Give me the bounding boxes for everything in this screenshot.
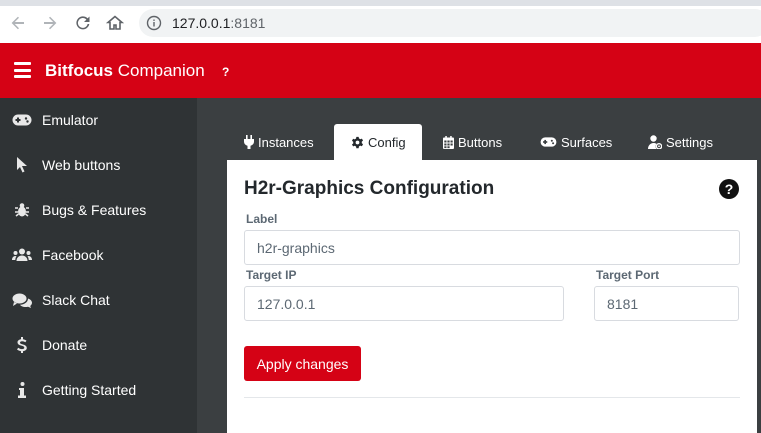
- sidebar-item-getting-started[interactable]: Getting Started: [0, 368, 197, 412]
- sidebar-item-emulator[interactable]: Emulator: [0, 98, 197, 142]
- calendar-icon: [443, 135, 454, 149]
- browser-tab-strip: [0, 0, 761, 6]
- sidebar-item-label: Bugs & Features: [42, 202, 147, 218]
- tab-label: Instances: [258, 134, 314, 150]
- sidebar-item-label: Emulator: [42, 112, 99, 128]
- gear-icon: [351, 136, 364, 148]
- header-help-link[interactable]: ?: [222, 65, 229, 79]
- sidebar-item-label: Facebook: [42, 247, 104, 263]
- back-arrow-icon: [11, 16, 24, 30]
- url-host: 127.0.0.1: [172, 15, 231, 31]
- target-port-label: Target Port: [596, 268, 660, 282]
- tab-settings[interactable]: Settings: [641, 124, 731, 160]
- back-button[interactable]: [8, 13, 28, 33]
- sidebar-item-slack-chat[interactable]: Slack Chat: [0, 278, 197, 322]
- dollar-icon: [12, 337, 32, 353]
- brand-title: Bitfocus Companion: [45, 61, 205, 81]
- info-icon: [12, 382, 32, 398]
- brand-rest: Companion: [113, 61, 205, 80]
- brand-bold: Bitfocus: [45, 61, 113, 80]
- home-button[interactable]: [105, 13, 125, 33]
- target-port-input[interactable]: [594, 286, 739, 321]
- url-text[interactable]: 127.0.0.1:8181: [172, 15, 265, 31]
- pointer-icon: [12, 157, 32, 173]
- forward-button[interactable]: [40, 13, 60, 33]
- sidebar-item-bugs-features[interactable]: Bugs & Features: [0, 188, 197, 232]
- label-input[interactable]: [244, 230, 740, 265]
- reload-button[interactable]: [73, 13, 93, 33]
- config-title: H2r-Graphics Configuration: [244, 178, 495, 199]
- gamepad-icon: [540, 137, 557, 147]
- sidebar-item-web-buttons[interactable]: Web buttons: [0, 143, 197, 187]
- site-info-icon[interactable]: [146, 15, 162, 31]
- tab-label: Buttons: [458, 134, 503, 150]
- tab-surfaces[interactable]: Surfaces: [533, 124, 623, 160]
- reload-icon: [76, 16, 90, 30]
- plug-icon: [244, 135, 254, 149]
- tab-label: Config: [368, 134, 406, 150]
- sidebar-item-label: Getting Started: [42, 382, 137, 398]
- user-cog-icon: [648, 135, 662, 149]
- target-ip-input[interactable]: [244, 286, 564, 321]
- bug-icon: [12, 202, 32, 218]
- tab-label: Settings: [666, 134, 713, 150]
- forward-arrow-icon: [44, 16, 57, 30]
- sidebar-item-label: Web buttons: [42, 157, 121, 173]
- tab-label: Surfaces: [561, 134, 613, 150]
- apply-changes-button[interactable]: Apply changes: [244, 346, 361, 381]
- comments-icon: [12, 292, 32, 308]
- tab-config[interactable]: Config: [334, 124, 422, 160]
- tab-instances[interactable]: Instances: [236, 124, 326, 160]
- url-port: :8181: [230, 15, 266, 31]
- sidebar-item-label: Slack Chat: [42, 292, 110, 308]
- tab-buttons[interactable]: Buttons: [436, 124, 522, 160]
- panel-divider: [244, 397, 740, 398]
- question-circle-icon[interactable]: ?: [719, 179, 739, 199]
- target-ip-label: Target IP: [246, 268, 297, 282]
- sidebar-item-donate[interactable]: Donate: [0, 323, 197, 367]
- home-icon: [106, 15, 124, 30]
- label-field-label: Label: [246, 212, 278, 226]
- sidebar-item-label: Donate: [42, 337, 88, 353]
- sidebar-item-facebook[interactable]: Facebook: [0, 233, 197, 277]
- users-icon: [12, 247, 32, 263]
- gamepad-icon: [12, 112, 32, 128]
- menu-toggle-icon[interactable]: [14, 62, 31, 78]
